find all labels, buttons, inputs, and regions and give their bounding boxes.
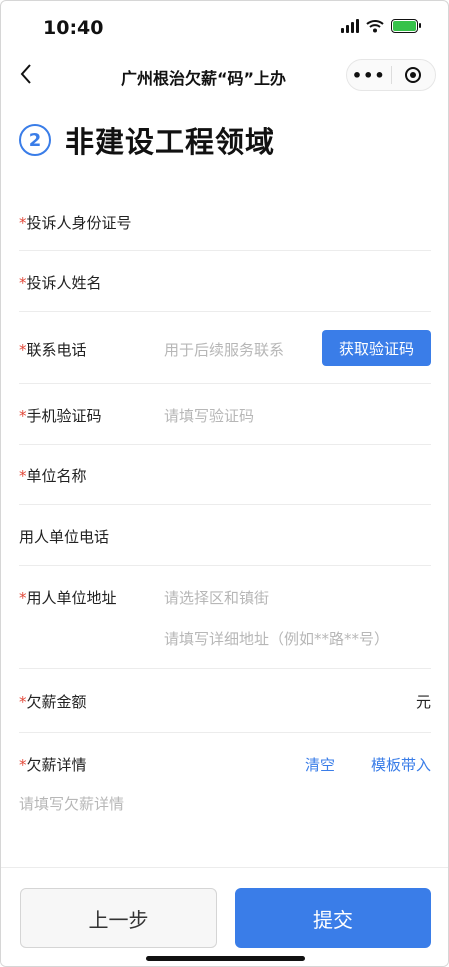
employer-phone-row[interactable]: 用人单位电话 xyxy=(19,505,431,566)
required-mark: * xyxy=(19,756,27,774)
required-mark: * xyxy=(19,214,27,232)
back-button[interactable] xyxy=(15,59,39,89)
previous-step-button[interactable]: 上一步 xyxy=(20,888,217,948)
template-fill-button[interactable]: 模板带入 xyxy=(371,754,431,775)
employer-phone-label: 用人单位电话 xyxy=(19,528,110,546)
get-code-button[interactable]: 获取验证码 xyxy=(322,330,431,366)
id-number-row[interactable]: *投诉人身份证号 xyxy=(19,191,431,251)
required-mark: * xyxy=(19,467,27,485)
sms-code-input[interactable]: 请填写验证码 xyxy=(164,405,254,426)
required-mark: * xyxy=(19,341,27,359)
bottom-action-bar: 上一步 提交 xyxy=(1,867,448,966)
status-bar: 10:40 xyxy=(1,1,448,53)
district-select[interactable]: 请选择区和镇街 xyxy=(164,587,269,608)
name-row[interactable]: *投诉人姓名 xyxy=(19,251,431,312)
required-mark: * xyxy=(19,589,27,607)
sms-code-label: *手机验证码 xyxy=(19,407,102,425)
phone-input[interactable]: 用于后续服务联系 xyxy=(164,339,284,360)
amount-label: *欠薪金额 xyxy=(19,693,87,711)
amount-unit: 元 xyxy=(415,693,431,711)
mini-program-capsule: ••• xyxy=(346,59,436,91)
required-mark: * xyxy=(19,274,27,292)
submit-button[interactable]: 提交 xyxy=(235,888,431,948)
company-name-row[interactable]: *单位名称 xyxy=(19,445,431,505)
employer-address-label: *用人单位地址 xyxy=(19,589,117,607)
details-block: *欠薪详情 清空 模板带入 请填写欠薪详情 xyxy=(19,733,431,865)
status-time: 10:40 xyxy=(43,17,104,39)
sms-code-row: *手机验证码 请填写验证码 xyxy=(19,384,431,445)
required-mark: * xyxy=(19,407,27,425)
details-label: *欠薪详情 xyxy=(19,756,87,774)
amount-row[interactable]: *欠薪金额 元 xyxy=(19,669,431,733)
chevron-left-icon xyxy=(20,64,31,84)
employer-address-row: *用人单位地址 请选择区和镇街 请填写详细地址（例如**路**号） xyxy=(19,566,431,669)
home-indicator[interactable] xyxy=(146,956,305,961)
status-icons xyxy=(341,19,421,33)
page-title: 广州根治欠薪“码”上办 xyxy=(121,69,287,88)
address-detail-input[interactable]: 请填写详细地址（例如**路**号） xyxy=(164,628,389,649)
phone-label: *联系电话 xyxy=(19,341,87,359)
phone-frame: 10:40 广州根治欠薪“码”上办 ••• 2 非建设工程领域 *投诉人身份证号… xyxy=(0,0,449,967)
section-heading: 2 非建设工程领域 xyxy=(19,119,275,161)
step-number-badge: 2 xyxy=(19,124,51,156)
close-mini-program-button[interactable] xyxy=(391,67,435,83)
name-label: *投诉人姓名 xyxy=(19,274,102,292)
company-name-label: *单位名称 xyxy=(19,467,87,485)
phone-row: *联系电话 用于后续服务联系 获取验证码 xyxy=(19,312,431,384)
wifi-icon xyxy=(366,20,384,33)
details-textarea[interactable]: 请填写欠薪详情 xyxy=(19,793,124,814)
nav-bar: 广州根治欠薪“码”上办 ••• xyxy=(1,53,448,99)
signal-icon xyxy=(341,19,359,33)
battery-icon xyxy=(391,19,421,33)
target-icon xyxy=(405,67,422,83)
required-mark: * xyxy=(19,693,27,711)
id-number-label: *投诉人身份证号 xyxy=(19,214,132,232)
clear-button[interactable]: 清空 xyxy=(305,754,335,775)
more-button[interactable]: ••• xyxy=(347,66,391,85)
section-title: 非建设工程领域 xyxy=(65,125,276,159)
